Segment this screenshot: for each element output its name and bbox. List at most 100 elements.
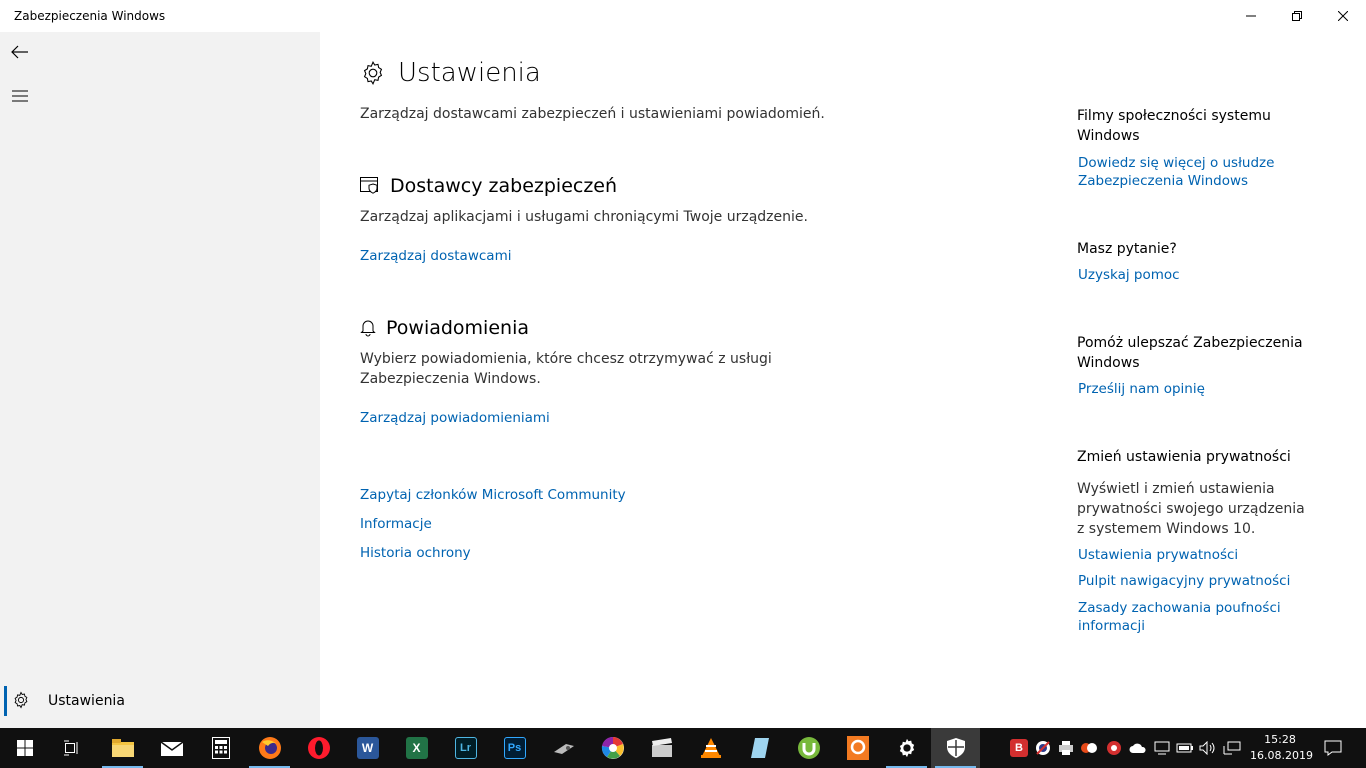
file-explorer-button[interactable]	[98, 728, 147, 768]
lightroom-button[interactable]: Lr	[441, 728, 490, 768]
send-feedback-link[interactable]: Prześlij nam opinię	[1078, 380, 1205, 398]
task-view-icon	[63, 740, 77, 756]
red-app-icon	[1107, 741, 1121, 755]
protection-history-link[interactable]: Historia ochrony	[360, 544, 471, 562]
firefox-button[interactable]	[245, 728, 294, 768]
tray-printer[interactable]	[1055, 728, 1077, 768]
sync-app-icon	[1081, 743, 1097, 753]
pdf-tool-button[interactable]	[833, 728, 882, 768]
photoshop-icon: Ps	[503, 737, 526, 759]
notes-icon	[750, 738, 769, 758]
tray-antivirus[interactable]	[1032, 728, 1054, 768]
opera-icon	[307, 737, 330, 759]
word-button[interactable]: W	[343, 728, 392, 768]
firefox-icon	[258, 737, 281, 759]
tray-b-app[interactable]: B	[1008, 728, 1030, 768]
video-editor-button[interactable]	[637, 728, 686, 768]
get-help-link[interactable]: Uzyskaj pomoc	[1078, 266, 1180, 284]
utorrent-icon	[797, 737, 820, 759]
notifications-heading: Powiadomienia	[386, 317, 529, 339]
picasa-button[interactable]	[588, 728, 637, 768]
tray-onedrive[interactable]	[1127, 728, 1149, 768]
notifications-header: Powiadomienia	[360, 317, 529, 339]
tray-sync[interactable]	[1078, 728, 1100, 768]
word-icon: W	[356, 737, 379, 759]
utorrent-button[interactable]	[784, 728, 833, 768]
excel-button[interactable]: X	[392, 728, 441, 768]
privacy-heading: Zmień ustawienia prywatności	[1077, 449, 1291, 465]
gear-icon	[363, 60, 383, 86]
title-bar: Zabezpieczenia Windows	[0, 0, 1366, 32]
lightroom-icon: Lr	[454, 737, 477, 759]
settings-button[interactable]	[882, 728, 931, 768]
taskbar: W X Lr Ps B 15:28 16.08.2019	[0, 728, 1366, 768]
close-button[interactable]	[1320, 0, 1366, 32]
tray-red-app[interactable]	[1103, 728, 1125, 768]
minimize-icon	[1246, 15, 1256, 17]
settings-icon	[899, 738, 914, 758]
vlc-button[interactable]	[686, 728, 735, 768]
hamburger-icon	[12, 90, 28, 102]
providers-heading: Dostawcy zabezpieczeń	[390, 175, 618, 197]
file-explorer-icon	[111, 739, 134, 757]
volume-icon	[1199, 741, 1215, 755]
network-icon	[1223, 741, 1241, 755]
antivirus-icon	[1036, 741, 1050, 755]
videos-heading: Filmy społeczności systemu Windows	[1077, 108, 1271, 144]
vlc-icon	[700, 738, 721, 758]
tray-volume[interactable]	[1197, 728, 1219, 768]
privacy-dashboard-link[interactable]: Pulpit nawigacyjny prywatności	[1078, 572, 1290, 590]
restore-icon	[1292, 11, 1302, 21]
improve-heading: Pomóż ulepszać Zabezpieczenia Windows	[1077, 335, 1303, 371]
clock-date: 16.08.2019	[1250, 749, 1313, 762]
back-button[interactable]	[0, 32, 40, 72]
privacy-settings-link[interactable]: Ustawienia prywatności	[1078, 546, 1238, 564]
privacy-description: Wyświetl i zmień ustawienia prywatności …	[1077, 481, 1305, 537]
question-heading: Masz pytanie?	[1077, 241, 1177, 257]
minimize-button[interactable]	[1228, 0, 1274, 32]
privacy-statement-link[interactable]: Zasady zachowania poufności informacji	[1078, 599, 1288, 635]
back-arrow-icon	[11, 45, 28, 59]
monitor-icon	[1154, 741, 1170, 755]
opera-button[interactable]	[294, 728, 343, 768]
security-providers-icon	[360, 177, 378, 194]
sidebar-settings-label: Ustawienia	[48, 693, 125, 709]
page-subtitle: Zarządzaj dostawcami zabezpieczeń i usta…	[360, 106, 825, 122]
task-view-button[interactable]	[47, 728, 96, 768]
tray-monitor[interactable]	[1151, 728, 1173, 768]
shield-icon	[946, 738, 965, 758]
b-app-icon: B	[1010, 739, 1028, 757]
sidebar-item-settings[interactable]: Ustawienia	[0, 682, 320, 720]
battery-icon	[1176, 743, 1193, 753]
pdf-tool-icon	[846, 736, 869, 760]
hamburger-menu-button[interactable]	[0, 76, 40, 116]
calculator-icon	[211, 737, 230, 759]
restore-button[interactable]	[1274, 0, 1320, 32]
notes-button[interactable]	[735, 728, 784, 768]
providers-header: Dostawcy zabezpieczeń	[360, 175, 617, 197]
photoshop-button[interactable]: Ps	[490, 728, 539, 768]
close-icon	[1338, 11, 1348, 21]
ask-community-link[interactable]: Zapytaj członków Microsoft Community	[360, 486, 626, 504]
bell-icon	[360, 320, 376, 337]
start-button[interactable]	[0, 728, 49, 768]
learn-more-link[interactable]: Dowiedz się więcej o usłudze Zabezpiecze…	[1078, 154, 1298, 190]
about-link[interactable]: Informacje	[360, 515, 432, 533]
video-editor-icon	[651, 738, 672, 757]
windows-logo-icon	[16, 740, 33, 756]
tray-battery[interactable]	[1174, 728, 1196, 768]
sidebar: Ustawienia	[0, 32, 320, 728]
windows-security-button[interactable]	[931, 728, 980, 768]
clock-time: 15:28	[1264, 733, 1296, 746]
paint-tool-button[interactable]	[539, 728, 588, 768]
windows-security-window: Zabezpieczenia Windows Ustawienia Ustawi…	[0, 0, 1366, 728]
action-center-button[interactable]	[1322, 728, 1344, 768]
notification-center-icon	[1324, 740, 1342, 756]
mail-button[interactable]	[147, 728, 196, 768]
manage-providers-link[interactable]: Zarządzaj dostawcami	[360, 247, 511, 265]
calculator-button[interactable]	[196, 728, 245, 768]
mail-icon	[160, 741, 183, 756]
taskbar-clock[interactable]: 15:28 16.08.2019	[1250, 732, 1313, 764]
tray-network[interactable]	[1221, 728, 1243, 768]
manage-notifications-link[interactable]: Zarządzaj powiadomieniami	[360, 409, 550, 427]
